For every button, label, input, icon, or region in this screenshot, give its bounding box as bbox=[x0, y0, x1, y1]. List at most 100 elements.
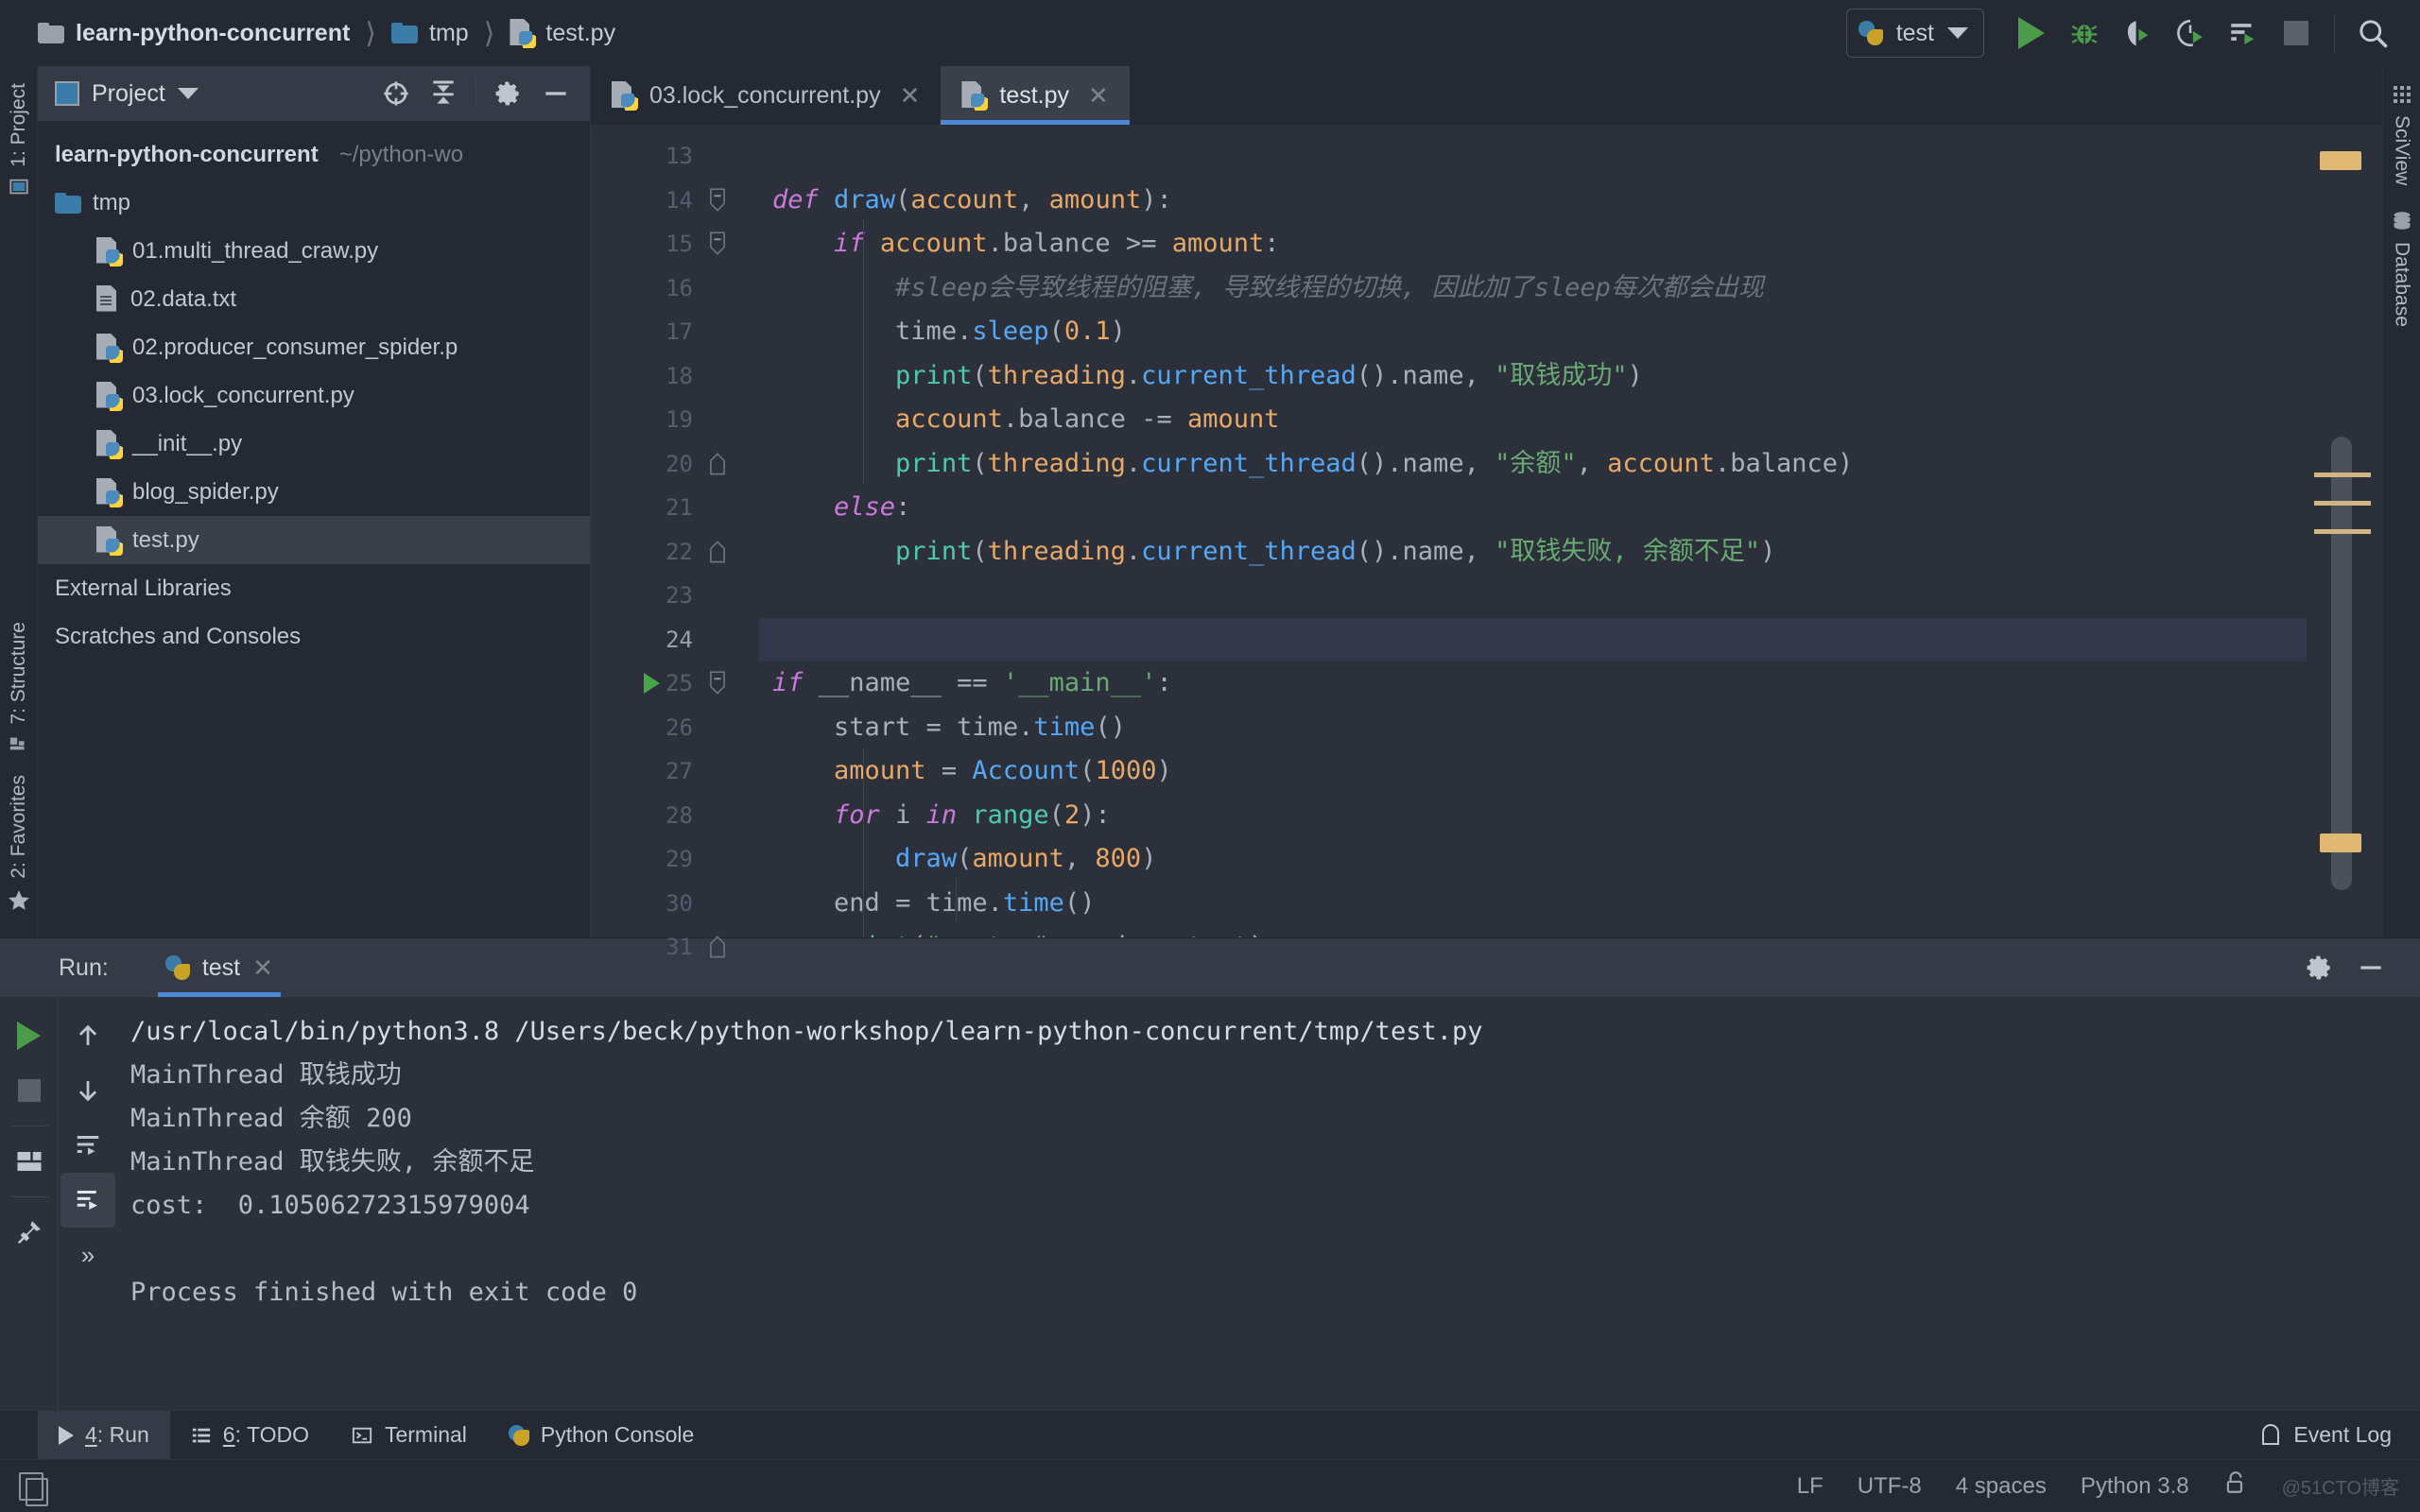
rail-item-structure[interactable]: 7: Structure bbox=[8, 622, 30, 755]
rail-item-project[interactable]: 1: Project bbox=[8, 83, 30, 198]
line-number[interactable]: 31 bbox=[591, 925, 704, 970]
run-configuration-selector[interactable]: test bbox=[1845, 9, 1984, 58]
line-number[interactable]: 21 bbox=[591, 486, 704, 530]
tree-item-tmp[interactable]: tmp bbox=[38, 179, 590, 227]
fold-slot[interactable] bbox=[644, 662, 759, 706]
tree-item-01-multi-thread-craw-py[interactable]: 01.multi_thread_craw.py bbox=[38, 227, 590, 275]
line-number[interactable]: 17 bbox=[591, 310, 704, 354]
fold-slot[interactable] bbox=[704, 882, 759, 926]
code-line[interactable]: print(threading.current_thread().name, "… bbox=[759, 442, 2307, 487]
code-line[interactable]: print(threading.current_thread().name, "… bbox=[759, 354, 2307, 399]
fold-slot[interactable] bbox=[704, 398, 759, 442]
tree-item-03-lock-concurrent-py[interactable]: 03.lock_concurrent.py bbox=[38, 371, 590, 420]
restore-layout-button[interactable] bbox=[2, 1134, 57, 1189]
fold-slot[interactable] bbox=[704, 266, 759, 311]
code-line[interactable] bbox=[759, 574, 2307, 618]
tree-item--init-py[interactable]: __init__.py bbox=[38, 420, 590, 468]
fold-slot[interactable] bbox=[704, 310, 759, 354]
down-stacktrace-button[interactable] bbox=[60, 1063, 115, 1118]
editor-scrollbar[interactable] bbox=[2307, 125, 2382, 937]
close-icon[interactable]: ✕ bbox=[1088, 81, 1109, 111]
stop-process-button[interactable] bbox=[2, 1063, 57, 1118]
line-number[interactable]: 20 bbox=[591, 442, 704, 487]
bottom-tab-run[interactable]: 4: Run bbox=[38, 1411, 170, 1459]
editor-gutter[interactable]: 13 14 15 16 17 18 19 20 21 22 23 24 25 26 27 28 29 30 31 bbox=[591, 125, 704, 960]
fold-slot[interactable] bbox=[704, 618, 759, 662]
fold-slot[interactable] bbox=[704, 794, 759, 838]
editor-tab[interactable]: 03.lock_concurrent.py ✕ bbox=[591, 66, 941, 125]
line-number[interactable]: 24 bbox=[591, 618, 704, 662]
line-number[interactable]: 30 bbox=[591, 882, 704, 926]
tree-item-test-py[interactable]: test.py bbox=[38, 516, 590, 564]
rail-item-database[interactable]: Database bbox=[2391, 210, 2413, 327]
up-stacktrace-button[interactable] bbox=[60, 1008, 115, 1063]
console-output[interactable]: /usr/local/bin/python3.8 /Users/beck/pyt… bbox=[117, 997, 2420, 1410]
code-line[interactable]: draw(amount, 800) bbox=[759, 837, 2307, 882]
locate-file-button[interactable] bbox=[373, 71, 419, 116]
code-line[interactable]: else: bbox=[759, 486, 2307, 530]
tree-item-02-data-txt[interactable]: 02.data.txt bbox=[38, 275, 590, 323]
run-gutter-icon[interactable] bbox=[644, 673, 660, 694]
code-line[interactable]: time.sleep(0.1) bbox=[759, 310, 2307, 354]
fold-slot[interactable] bbox=[704, 222, 759, 266]
fold-slot[interactable] bbox=[704, 134, 759, 179]
indent-status[interactable]: 4 spaces bbox=[1956, 1473, 2047, 1500]
run-tab-test[interactable]: test ✕ bbox=[148, 938, 290, 997]
profile-button[interactable] bbox=[2164, 7, 2217, 60]
scroll-to-end-button[interactable] bbox=[60, 1173, 115, 1228]
code-line[interactable]: print("cost: ", end - start) bbox=[759, 925, 2307, 937]
code-line[interactable]: account.balance -= amount bbox=[759, 398, 2307, 442]
line-number[interactable]: 22 bbox=[591, 530, 704, 575]
line-number[interactable]: 16 bbox=[591, 266, 704, 311]
encoding-status[interactable]: UTF-8 bbox=[1858, 1473, 1922, 1500]
rail-item-sciview[interactable]: SciView bbox=[2391, 83, 2413, 185]
run-with-coverage-button[interactable] bbox=[2111, 7, 2164, 60]
tree-item-blog-spider-py[interactable]: blog_spider.py bbox=[38, 468, 590, 516]
pin-tab-button[interactable] bbox=[2, 1205, 57, 1260]
fold-slot[interactable] bbox=[704, 179, 759, 223]
project-title-dropdown[interactable]: Project bbox=[55, 80, 199, 108]
concurrency-diagram-button[interactable] bbox=[2217, 7, 2270, 60]
hide-run-panel-button[interactable] bbox=[2348, 945, 2394, 990]
line-number[interactable]: 14 bbox=[591, 179, 704, 223]
line-number[interactable]: 13 bbox=[591, 134, 704, 179]
breadcrumb-item-project[interactable]: learn-python-concurrent bbox=[38, 20, 350, 47]
fold-collapse-icon[interactable] bbox=[708, 232, 727, 256]
code-line[interactable] bbox=[759, 617, 2307, 662]
line-number[interactable]: 15 bbox=[591, 222, 704, 266]
fold-slot[interactable] bbox=[704, 837, 759, 882]
bottom-tab-todo[interactable]: 6: TODO bbox=[170, 1411, 330, 1459]
tree-item-external-libraries[interactable]: External Libraries bbox=[38, 564, 590, 612]
fold-slot[interactable] bbox=[704, 749, 759, 794]
warning-marker-bottom[interactable] bbox=[2320, 833, 2361, 852]
editor-fold-rail[interactable] bbox=[644, 125, 759, 958]
breadcrumb-item-folder[interactable]: tmp bbox=[391, 20, 469, 47]
close-icon[interactable]: ✕ bbox=[252, 954, 273, 983]
code-line[interactable]: print(threading.current_thread().name, "… bbox=[759, 530, 2307, 575]
code-line[interactable] bbox=[759, 134, 2307, 179]
fold-slot[interactable] bbox=[704, 925, 759, 970]
tree-item-scratches-and-consoles[interactable]: Scratches and Consoles bbox=[38, 612, 590, 661]
line-number[interactable]: 26 bbox=[591, 706, 704, 750]
collapse-all-button[interactable] bbox=[421, 71, 466, 116]
line-number[interactable]: 19 bbox=[591, 398, 704, 442]
fold-collapse-icon[interactable] bbox=[708, 671, 727, 696]
code-content[interactable]: def draw(account, amount): if account.ba… bbox=[759, 125, 2307, 937]
line-number[interactable]: 28 bbox=[591, 794, 704, 838]
line-number[interactable]: 27 bbox=[591, 749, 704, 794]
hide-panel-button[interactable] bbox=[533, 71, 579, 116]
run-settings-button[interactable] bbox=[2297, 945, 2342, 990]
close-icon[interactable]: ✕ bbox=[900, 81, 921, 111]
fold-collapse-icon[interactable] bbox=[708, 187, 727, 213]
fold-end-icon[interactable] bbox=[708, 540, 727, 564]
rail-item-favorites[interactable]: 2: Favorites bbox=[7, 775, 31, 913]
code-line[interactable]: if __name__ == '__main__': bbox=[759, 662, 2307, 706]
fold-end-icon[interactable] bbox=[708, 452, 727, 476]
rerun-button[interactable] bbox=[2, 1008, 57, 1063]
code-line[interactable]: amount = Account(1000) bbox=[759, 749, 2307, 794]
code-line[interactable]: for i in range(2): bbox=[759, 794, 2307, 838]
line-separator-status[interactable]: LF bbox=[1797, 1473, 1824, 1500]
fold-slot[interactable] bbox=[704, 486, 759, 530]
soft-wrap-button[interactable] bbox=[60, 1118, 115, 1173]
bottom-tab-terminal[interactable]: Terminal bbox=[330, 1411, 488, 1459]
